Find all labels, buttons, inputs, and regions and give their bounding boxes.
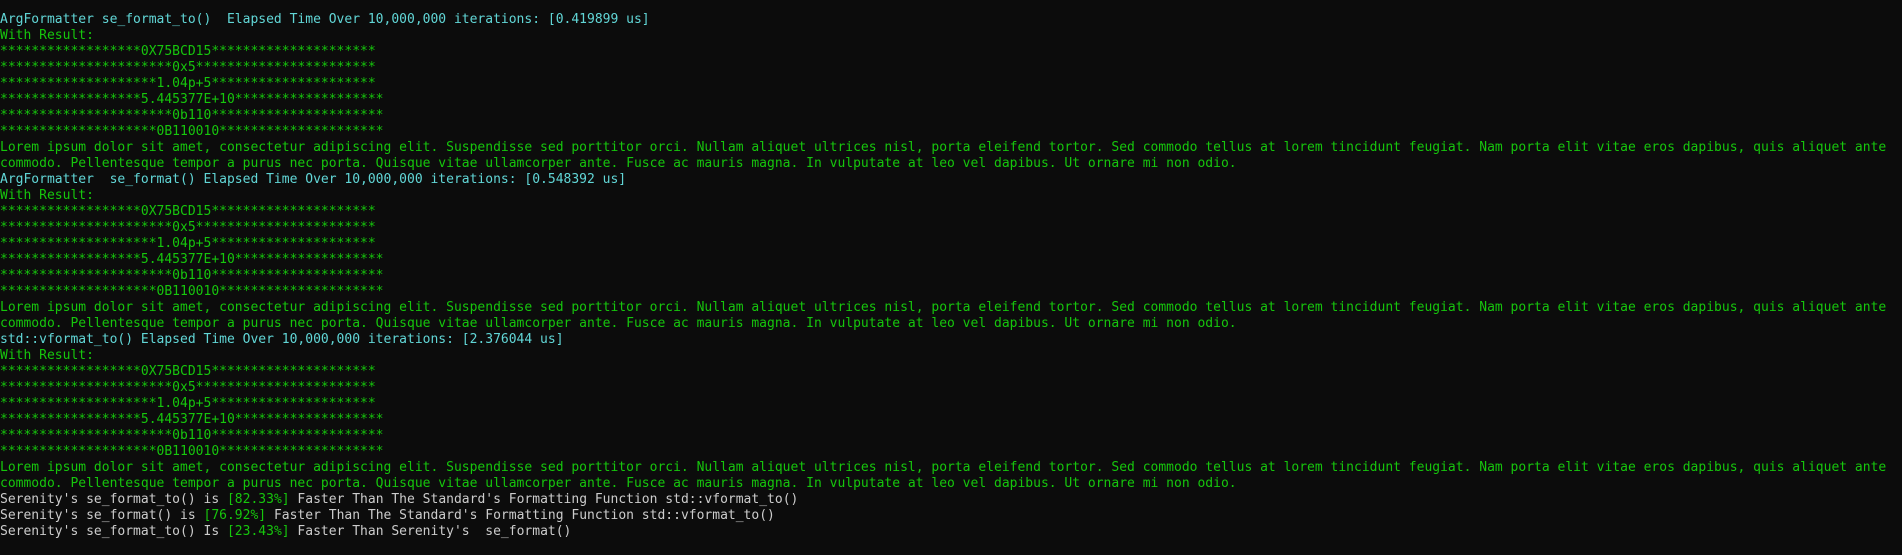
result-line: **********************0b110*************… xyxy=(0,108,384,123)
summary-line: Serenity's se_format_to() Is [23.43%] Fa… xyxy=(0,524,1902,540)
summary-line: Serenity's se_format_to() is [82.33%] Fa… xyxy=(0,492,1902,508)
terminal-output: ArgFormatter se_format_to() Elapsed Time… xyxy=(0,12,1902,555)
benchmark-header: std::vformat_to() Elapsed Time Over 10,0… xyxy=(0,332,564,347)
result-line: ******************0X75BCD15*************… xyxy=(0,44,376,59)
result-line: **********************0x5***************… xyxy=(0,60,376,75)
lorem-result: Lorem ipsum dolor sit amet, consectetur … xyxy=(0,460,1895,491)
result-line: **********************0x5***************… xyxy=(0,380,376,395)
result-line: ********************1.04p+5*************… xyxy=(0,396,376,411)
summary-prefix: Serenity's se_format() is xyxy=(0,508,204,523)
result-line: ******************5.445377E+10**********… xyxy=(0,412,384,427)
summary-suffix: Faster Than The Standard's Formatting Fu… xyxy=(266,508,775,523)
result-line: ******************5.445377E+10**********… xyxy=(0,92,384,107)
result-line: ********************0B110010************… xyxy=(0,124,384,139)
benchmark-header: ArgFormatter se_format() Elapsed Time Ov… xyxy=(0,172,627,187)
summary-prefix: Serenity's se_format_to() Is xyxy=(0,524,227,539)
summary-percent: [23.43%] xyxy=(226,524,290,539)
summary-percent: [82.33%] xyxy=(226,492,290,507)
summary-line: Serenity's se_format() is [76.92%] Faste… xyxy=(0,508,1902,524)
with-result-label: With Result: xyxy=(0,348,94,363)
summary-suffix: Faster Than The Standard's Formatting Fu… xyxy=(289,492,799,507)
with-result-label: With Result: xyxy=(0,188,94,203)
lorem-result: Lorem ipsum dolor sit amet, consectetur … xyxy=(0,140,1895,171)
result-line: ******************0X75BCD15*************… xyxy=(0,204,376,219)
result-line: ********************0B110010************… xyxy=(0,444,384,459)
with-result-label: With Result: xyxy=(0,28,94,43)
lorem-result: Lorem ipsum dolor sit amet, consectetur … xyxy=(0,300,1895,331)
result-line: ********************1.04p+5*************… xyxy=(0,236,376,251)
result-line: ********************1.04p+5*************… xyxy=(0,76,376,91)
result-line: **********************0b110*************… xyxy=(0,428,384,443)
summary-prefix: Serenity's se_format_to() is xyxy=(0,492,227,507)
result-line: **********************0b110*************… xyxy=(0,268,384,283)
summary-suffix: Faster Than Serenity's se_format() xyxy=(289,524,572,539)
benchmark-header: ArgFormatter se_format_to() Elapsed Time… xyxy=(0,12,650,27)
summary-percent: [76.92%] xyxy=(203,508,267,523)
result-line: **********************0x5***************… xyxy=(0,220,376,235)
result-line: ******************5.445377E+10**********… xyxy=(0,252,384,267)
result-line: ******************0X75BCD15*************… xyxy=(0,364,376,379)
result-line: ********************0B110010************… xyxy=(0,284,384,299)
